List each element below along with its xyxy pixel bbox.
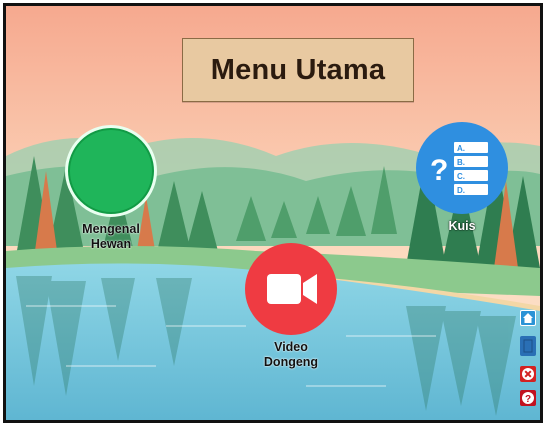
help-button[interactable]: ? [520, 390, 536, 406]
menu-kuis-label: Kuis [448, 219, 476, 233]
quiz-option-b: B. [457, 158, 465, 167]
quiz-option-a: A. [457, 144, 465, 153]
help-icon: ? [522, 392, 534, 405]
menu-kuis-button[interactable]: ? A. B. C. D. Kuis [416, 122, 508, 234]
svg-text:?: ? [525, 394, 531, 405]
page-title: Menu Utama [210, 53, 386, 86]
book-icon [523, 339, 533, 353]
close-icon [522, 368, 534, 380]
quiz-question-mark: ? [430, 154, 448, 187]
menu-mengenal-hewan-label: Mengenal Hewan [82, 222, 140, 251]
book-button[interactable] [520, 336, 536, 356]
menu-mengenal-hewan-button[interactable]: Mengenal Hewan [65, 125, 157, 252]
home-button[interactable] [520, 310, 536, 326]
green-circle-icon [65, 125, 157, 217]
close-button[interactable] [520, 366, 536, 382]
menu-video-dongeng-label: Video Dongeng [263, 340, 319, 369]
quiz-option-d: D. [457, 186, 465, 195]
app-frame: Menu Utama Mengenal Hewan ? A. B. C. D. … [3, 3, 543, 423]
menu-video-dongeng-button[interactable]: Video Dongeng [245, 243, 337, 370]
title-panel: Menu Utama [182, 38, 414, 102]
quiz-option-c: C. [457, 172, 465, 181]
quiz-icon: ? A. B. C. D. [416, 122, 508, 214]
home-icon [523, 313, 533, 323]
video-camera-icon [245, 243, 337, 335]
